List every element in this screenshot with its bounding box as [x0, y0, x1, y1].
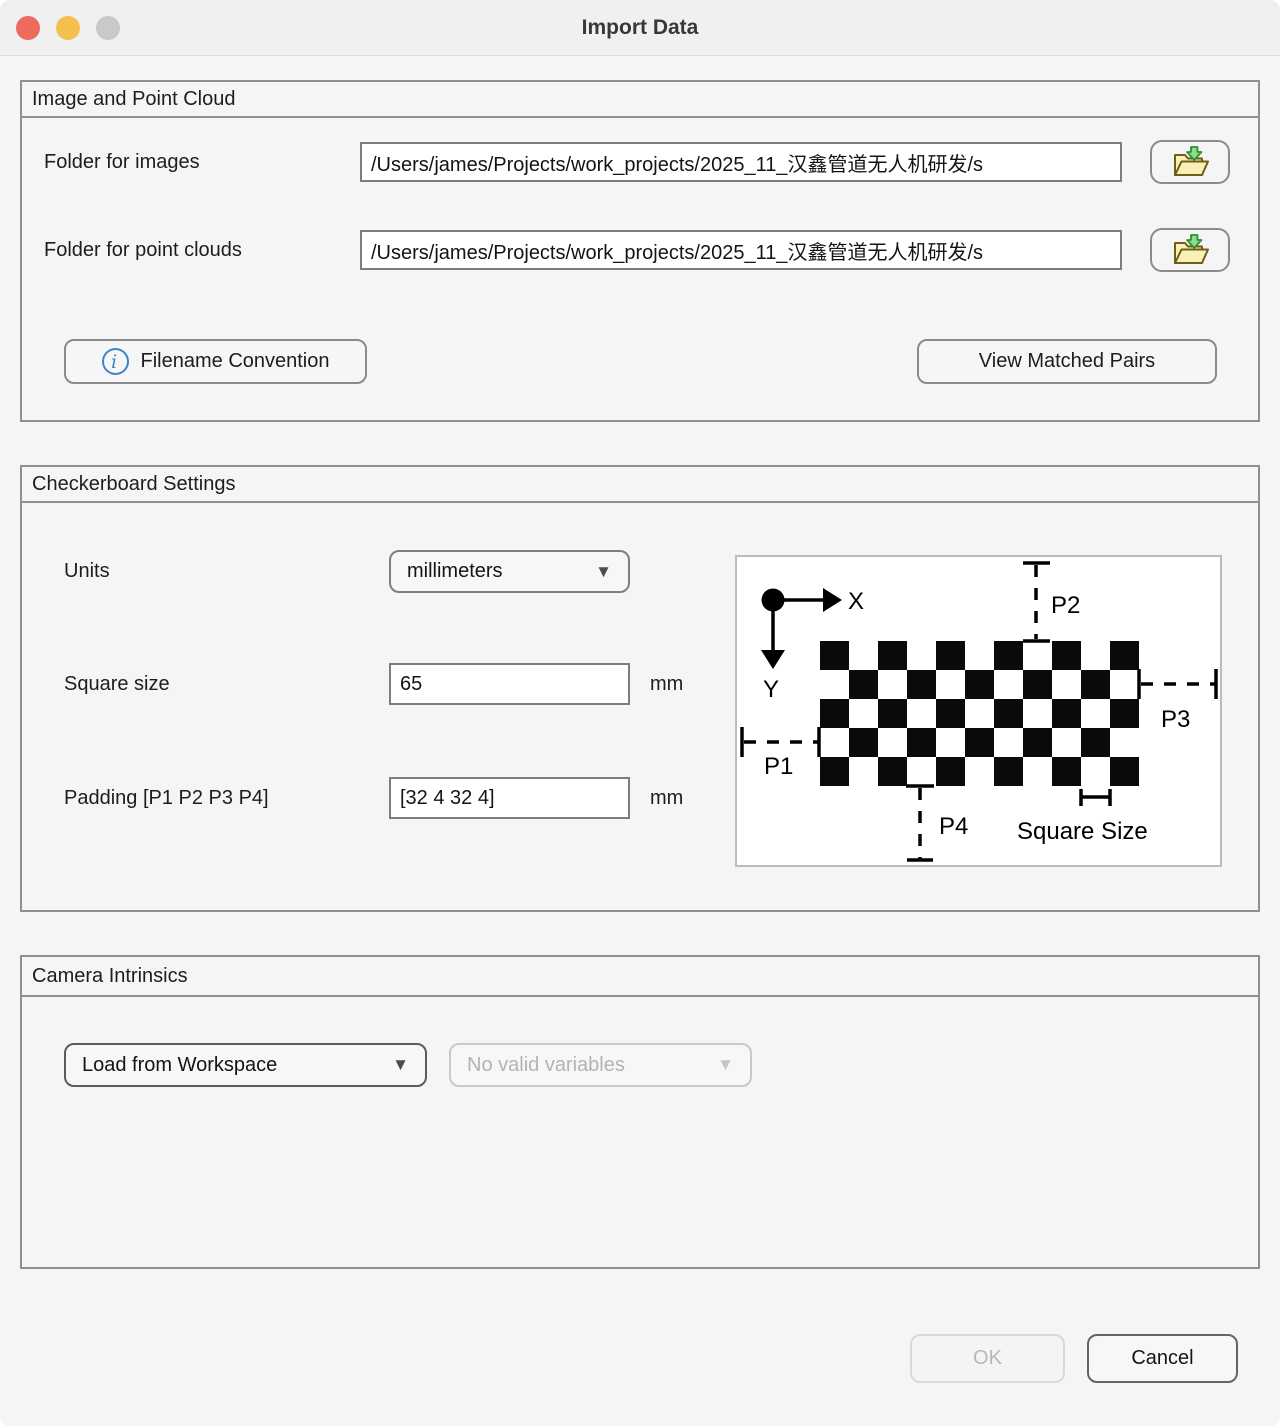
folder-for-images-label: Folder for images — [44, 142, 200, 182]
window-controls — [16, 16, 120, 40]
checkerboard-settings-group-title: Checkerboard Settings — [22, 467, 1258, 503]
units-dropdown[interactable]: millimeters ▼ — [389, 550, 630, 593]
import-data-dialog: Import Data Image and Point Cloud Folder… — [0, 0, 1280, 1426]
chevron-down-icon: ▼ — [595, 562, 612, 582]
intrinsics-variable-selected-value: No valid variables — [467, 1054, 625, 1077]
image-point-cloud-group: Image and Point Cloud Folder for images … — [20, 80, 1260, 422]
padding-label: Padding [P1 P2 P3 P4] — [64, 777, 269, 819]
zoom-window-icon[interactable] — [96, 16, 120, 40]
checkerboard-diagram: X Y P1 P2 P3 — [735, 555, 1222, 867]
svg-text:X: X — [848, 588, 864, 615]
camera-intrinsics-group: Camera Intrinsics Load from Workspace ▼ … — [20, 955, 1260, 1269]
svg-text:P3: P3 — [1161, 706, 1190, 733]
ok-button[interactable]: OK — [910, 1334, 1065, 1383]
view-matched-pairs-label: View Matched Pairs — [979, 350, 1155, 373]
folder-for-point-clouds-input[interactable] — [360, 230, 1122, 270]
folder-for-images-input[interactable] — [360, 142, 1122, 182]
filename-convention-button[interactable]: i Filename Convention — [64, 339, 367, 384]
image-point-cloud-group-title: Image and Point Cloud — [22, 82, 1258, 118]
checkerboard-diagram-image: X Y P1 P2 P3 — [737, 557, 1220, 865]
intrinsics-variable-dropdown[interactable]: No valid variables ▼ — [449, 1043, 752, 1087]
square-size-unit-label: mm — [650, 663, 683, 705]
open-folder-import-icon — [1169, 232, 1211, 268]
svg-text:P4: P4 — [939, 813, 968, 840]
browse-images-folder-button[interactable] — [1150, 140, 1230, 184]
open-folder-import-icon — [1169, 144, 1211, 180]
units-label: Units — [64, 550, 110, 593]
title-bar: Import Data — [0, 0, 1280, 56]
close-window-icon[interactable] — [16, 16, 40, 40]
folder-for-point-clouds-label: Folder for point clouds — [44, 230, 242, 270]
svg-text:Square Size: Square Size — [1017, 818, 1148, 845]
dialog-title: Import Data — [582, 16, 699, 40]
svg-text:P2: P2 — [1051, 592, 1080, 619]
square-size-input[interactable] — [389, 663, 630, 705]
square-size-label: Square size — [64, 663, 170, 705]
intrinsics-source-selected-value: Load from Workspace — [82, 1054, 277, 1077]
camera-intrinsics-group-title: Camera Intrinsics — [22, 957, 1258, 997]
cancel-button[interactable]: Cancel — [1087, 1334, 1238, 1383]
info-icon: i — [102, 348, 129, 375]
intrinsics-source-dropdown[interactable]: Load from Workspace ▼ — [64, 1043, 427, 1087]
padding-input[interactable] — [389, 777, 630, 819]
padding-unit-label: mm — [650, 777, 683, 819]
chevron-down-icon: ▼ — [392, 1055, 409, 1075]
svg-text:Y: Y — [763, 676, 779, 703]
browse-point-clouds-folder-button[interactable] — [1150, 228, 1230, 272]
units-selected-value: millimeters — [407, 560, 503, 583]
svg-text:P1: P1 — [764, 753, 793, 780]
checkerboard-settings-group: Checkerboard Settings Units millimeters … — [20, 465, 1260, 912]
filename-convention-label: Filename Convention — [141, 350, 330, 373]
minimize-window-icon[interactable] — [56, 16, 80, 40]
chevron-down-icon: ▼ — [717, 1055, 734, 1075]
view-matched-pairs-button[interactable]: View Matched Pairs — [917, 339, 1217, 384]
